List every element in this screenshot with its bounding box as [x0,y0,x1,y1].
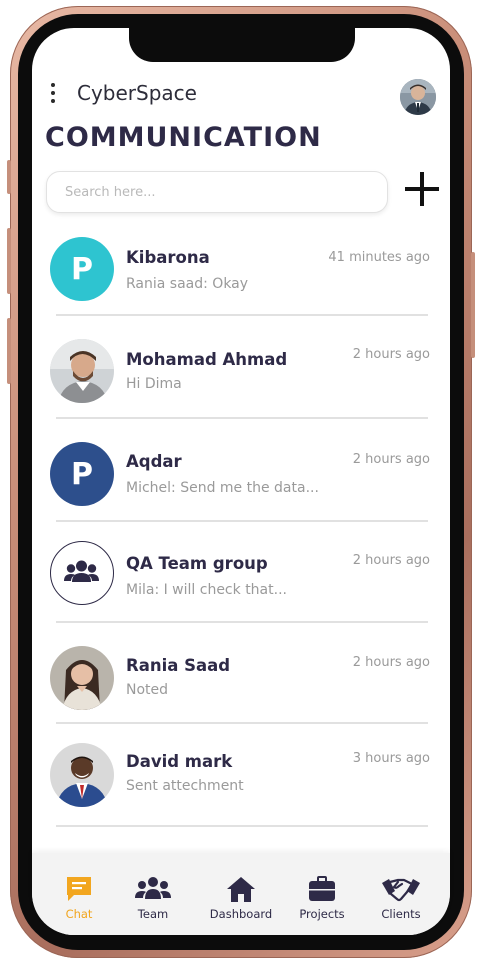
avatar: P [50,237,114,301]
conversation-message: Michel: Send me the data... [126,480,319,496]
conversation-time: 41 minutes ago [328,250,430,265]
home-icon [206,873,276,905]
avatar [50,339,114,403]
app-title: CyberSpace [77,81,197,105]
conversation-time: 2 hours ago [352,452,430,467]
tab-label: Dashboard [209,907,273,921]
conversation-message: Mila: I will check that... [126,582,287,598]
avatar [50,646,114,710]
avatar: P [50,442,114,506]
divider [56,722,428,724]
tab-label: Team [137,907,169,921]
avatar-letter: P [71,251,93,287]
avatar-letter: P [71,456,93,492]
conversation-name: David mark [126,752,233,771]
briefcase-icon [287,873,357,905]
tab-clients[interactable]: Clients [366,873,436,921]
divider [56,825,428,827]
tab-label: Chat [65,907,93,921]
page-title: COMMUNICATION [45,122,322,153]
divider [56,417,428,419]
conversation-item[interactable]: P Aqdar Michel: Send me the data... 2 ho… [46,439,436,539]
avatar [50,743,114,807]
user-avatar[interactable] [400,79,436,115]
conversation-item[interactable]: Rania Saad Noted 2 hours ago [46,643,436,743]
conversation-name: Aqdar [126,452,182,471]
phone-side-button [471,252,475,358]
conversation-message: Rania saad: Okay [126,276,249,292]
search-input[interactable] [46,171,388,213]
conversation-item[interactable]: David mark Sent attechment 3 hours ago [46,743,436,843]
chat-icon [44,873,114,905]
more-options-icon[interactable] [50,83,56,103]
conversation-name: Mohamad Ahmad [126,350,288,369]
add-icon[interactable] [404,171,440,207]
conversation-item[interactable]: P Kibarona Rania saad: Okay 41 minutes a… [46,234,436,334]
handshake-icon [366,873,436,905]
phone-notch [129,28,355,62]
group-icon [64,560,99,582]
tab-dashboard[interactable]: Dashboard [206,873,276,921]
conversation-name: Rania Saad [126,656,231,675]
avatar [50,541,114,605]
conversation-name: Kibarona [126,248,210,267]
divider [56,621,428,623]
tab-chat[interactable]: Chat [44,873,114,921]
conversation-message: Sent attechment [126,778,244,794]
tab-label: Projects [299,907,345,921]
conversation-time: 2 hours ago [352,553,430,568]
phone-side-button [7,228,11,294]
phone-side-button [7,318,11,384]
phone-side-button [7,160,11,194]
conversation-message: Noted [126,682,169,698]
divider [56,520,428,522]
divider [56,314,428,316]
conversation-time: 2 hours ago [352,347,430,362]
conversation-item[interactable]: Mohamad Ahmad Hi Dima 2 hours ago [46,336,436,436]
conversation-item[interactable]: QA Team group Mila: I will check that...… [46,541,436,641]
bottom-tab-bar: Chat Team Dashboard Projects Clients [32,853,450,935]
conversation-time: 2 hours ago [352,655,430,670]
tab-label: Clients [381,907,421,921]
conversation-message: Hi Dima [126,376,182,392]
tab-projects[interactable]: Projects [287,873,357,921]
conversation-time: 3 hours ago [352,751,430,766]
conversation-name: QA Team group [126,554,268,573]
team-icon [118,873,188,905]
tab-team[interactable]: Team [118,873,188,921]
